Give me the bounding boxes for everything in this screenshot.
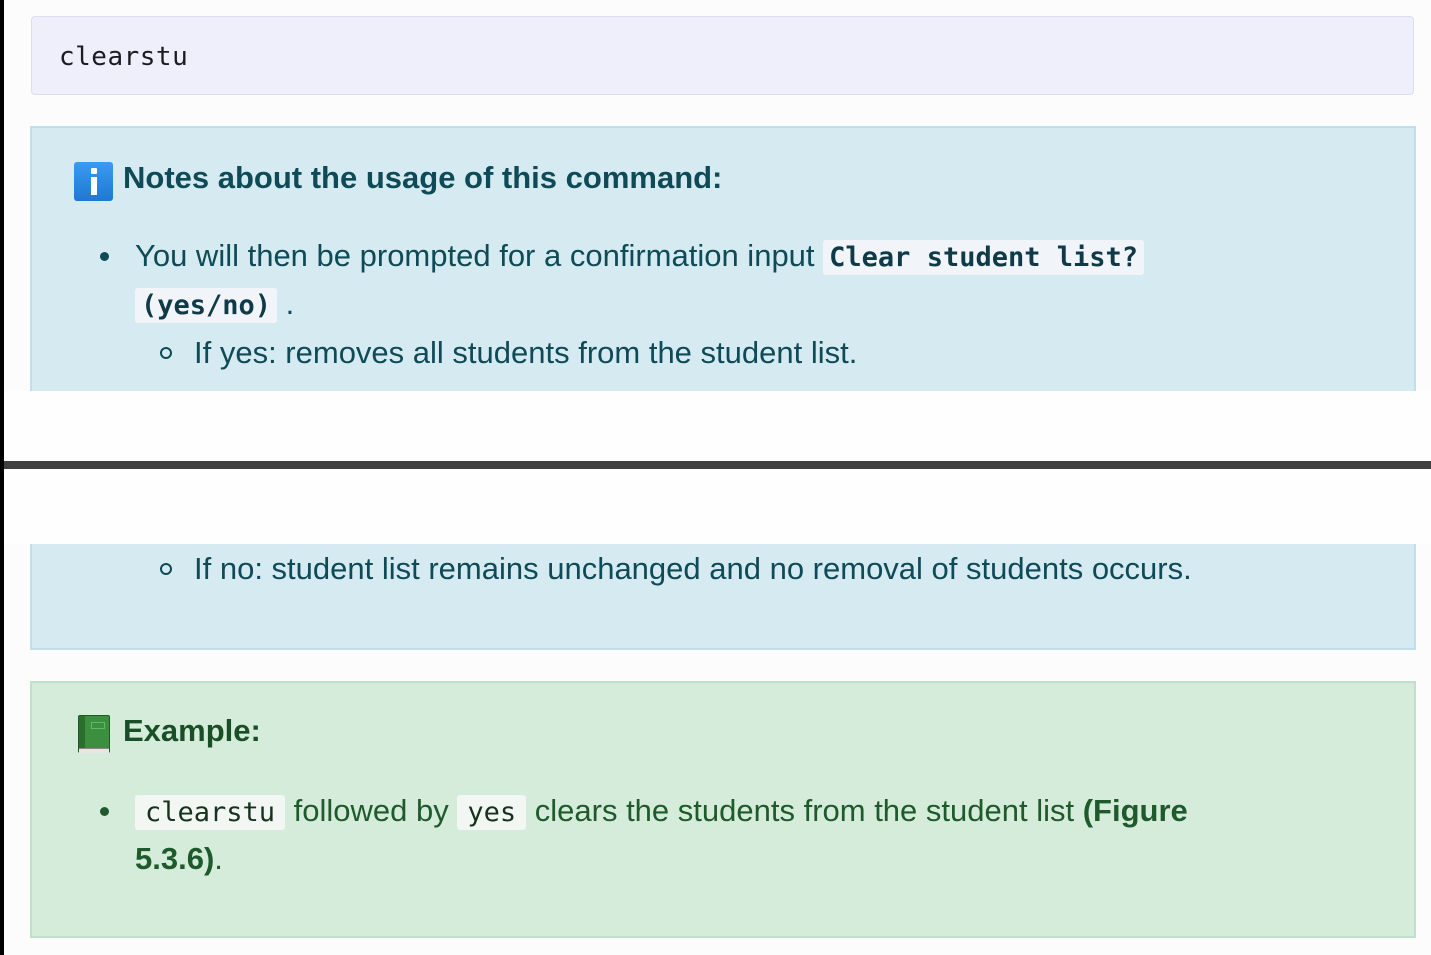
bullet-dot [100, 807, 109, 816]
document-page: clearstu Notes about the usage of this c… [0, 0, 1431, 955]
notes-bullet-line1: You will then be prompted for a confirma… [135, 236, 1145, 278]
example-suffix: . [214, 841, 223, 876]
sub-bullet-circle [160, 347, 172, 359]
sub-bullet-yes: If yes: removes all students from the st… [194, 335, 858, 370]
bullet-dot [100, 252, 109, 261]
page-separator [4, 461, 1431, 469]
figure-ref-part2: 5.3.6) [135, 841, 215, 876]
example-line1: clearstu followed by yes clears the stud… [135, 791, 1188, 833]
yes-code: yes [457, 795, 527, 830]
notes-bullet-suffix: . [285, 286, 295, 321]
confirmation-options-code: (yes/no) [135, 288, 278, 323]
command-code-block: clearstu [31, 16, 1414, 95]
example-text1: followed by [285, 793, 458, 828]
notes-bullet-prefix: You will then be prompted for a confirma… [135, 238, 824, 273]
example-text2: clears the students from the student lis… [526, 793, 1083, 828]
notes-callout-bottom: If no: student list remains unchanged an… [30, 544, 1416, 650]
figure-ref-part1: (Figure [1082, 793, 1188, 828]
green-book-icon [78, 715, 110, 753]
example-heading-text: Example: [123, 713, 261, 748]
notes-bullet-line2: (yes/no) . [135, 284, 294, 326]
sub-bullet-circle [160, 563, 172, 575]
notes-callout-top: Notes about the usage of this command: Y… [30, 126, 1416, 391]
sub-bullet-no: If no: student list remains unchanged an… [194, 551, 1192, 586]
confirmation-prompt-code: Clear student list? [823, 240, 1145, 275]
command-code-text: clearstu [59, 42, 189, 72]
example-line2: 5.3.6). [135, 839, 223, 879]
information-icon [74, 162, 113, 201]
clearstu-code: clearstu [135, 795, 286, 830]
notes-heading-text: Notes about the usage of this command: [123, 160, 723, 195]
example-callout: Example: clearstu followed by yes clears… [30, 681, 1416, 938]
